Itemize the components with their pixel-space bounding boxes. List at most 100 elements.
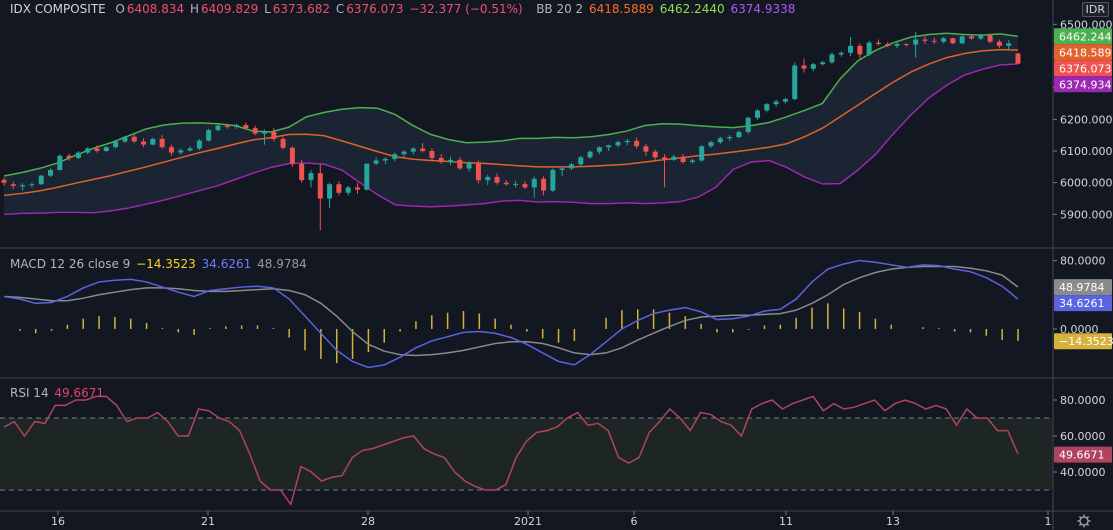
candle-body [29,184,35,186]
last-value-label: 49.6671 [1059,449,1105,462]
candle-body [448,159,454,163]
candle-body [122,136,128,142]
candle-body [196,140,202,149]
low-label: L [264,2,271,16]
candle-body [541,178,547,191]
candle-body [410,148,416,152]
last-value-label: −14.3523 [1059,335,1113,348]
bb-label: BB 20 2 [536,2,584,16]
candle-body [103,147,109,151]
candle-body [987,35,993,42]
candle-body [922,39,928,41]
candle-body [596,147,602,152]
candle-body [959,36,965,44]
rsi-band-fill [0,418,1053,490]
candle-body [568,164,574,169]
x-tick-label: 2021 [514,515,542,528]
candle-body [587,151,593,158]
candle-body [652,151,658,158]
candle-body [559,168,565,170]
rsi-value: 49.6671 [54,386,105,400]
candle-body [773,101,779,105]
candle-body [243,125,249,129]
macd-signal-value: 48.9784 [257,257,307,271]
x-tick-label: 6 [631,515,638,528]
candle-body [187,148,193,151]
candle-body [401,151,407,155]
candle-body [634,140,640,147]
candle-body [643,146,649,152]
candle-body [1006,43,1012,46]
candle-body [522,183,528,188]
candle-body [755,110,761,118]
candle-body [717,138,723,143]
candle-body [885,43,891,46]
candle-body [485,176,491,181]
candle-body [159,138,165,148]
candle-body [494,176,500,183]
close-label: C [335,2,345,16]
candle-body [75,152,81,158]
candle-body [420,148,426,151]
change-value: −32.377 (−0.51%) [409,2,523,16]
rsi-legend: RSI 14 49.6671 [10,386,106,400]
candle-body [950,38,956,44]
candle-body [764,104,770,111]
bb-lower-value: 6374.9338 [730,2,796,16]
x-tick-label: 16 [51,515,65,528]
candle-body [941,38,947,42]
candle-body [978,35,984,39]
candle-body [20,185,26,187]
y-tick-label: 6000.000 [1060,177,1113,190]
y-tick-label: 6200.000 [1060,113,1113,126]
candle-body [661,157,667,160]
last-value-label: 48.9784 [1059,281,1105,294]
candle-body [336,184,342,193]
candle-body [429,151,435,158]
currency-select[interactable]: IDR [1081,2,1109,17]
y-tick-label: 60.0000 [1060,430,1106,443]
macd-line-value: 34.6261 [201,257,252,271]
candle-body [178,150,184,153]
candle-body [234,125,240,127]
candle-body [392,154,398,159]
candle-body [364,163,370,190]
y-tick-label: 80.0000 [1060,394,1106,407]
candle-body [261,132,267,134]
x-tick-label: 1 [1045,515,1052,528]
candle-body [10,184,16,186]
candle-body [913,39,919,45]
candle-body [252,128,258,134]
candle-body [699,146,705,161]
candle-body [345,187,351,193]
candle-body [745,117,751,132]
last-value-label: 34.6261 [1059,297,1105,310]
candle-body [299,163,305,181]
candle-body [131,136,137,142]
candle-body [1015,53,1021,64]
bb-basis-value: 6418.5889 [589,2,654,16]
candle-body [466,163,472,169]
candle-body [513,183,519,185]
candle-body [308,173,314,181]
candle-body [736,132,742,138]
candle-body [624,140,630,143]
macd-legend: MACD 12 26 close 9 −14.3523 34.6261 48.9… [10,257,309,271]
candle-body [689,160,695,163]
x-tick-label: 28 [361,515,375,528]
candle-body [680,156,686,163]
macd-label: MACD 12 26 close 9 [10,257,131,271]
macd-hist-value: −14.3523 [136,257,196,271]
candle-body [438,157,444,163]
candle-body [224,125,230,127]
candle-body [280,138,286,148]
candle-body [215,125,221,131]
candle-body [373,160,379,164]
last-value-label: 6462.244 [1059,30,1112,43]
x-tick-label: 13 [886,515,900,528]
y-tick-label: 6100.000 [1060,145,1113,158]
candle-body [327,184,333,199]
candle-body [475,163,481,181]
x-tick-label: 21 [201,515,215,528]
candle-body [382,158,388,161]
